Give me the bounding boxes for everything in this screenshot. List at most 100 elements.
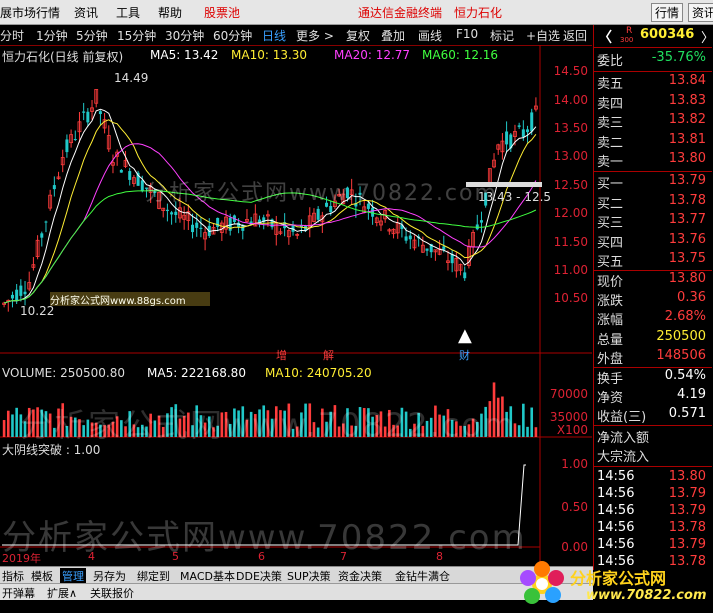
flow-row: 净流入额 (594, 427, 712, 446)
price-tick: 14.50 (553, 64, 588, 78)
tab-bind-to[interactable]: 绑定到 (137, 568, 170, 584)
flow-row: 大宗流入 (594, 446, 712, 465)
tick-price: 13.80 (668, 469, 706, 484)
period-60min[interactable]: 60分钟 (213, 27, 252, 44)
timeline-month: 8 (436, 550, 443, 563)
tick-time: 14:56 (597, 486, 635, 501)
period-5min[interactable]: 5分钟 (76, 27, 108, 44)
period-daily[interactable]: 日线 (262, 27, 286, 44)
period-15min[interactable]: 15分钟 (117, 27, 156, 44)
candle-body (170, 212, 174, 215)
related-quote-button[interactable]: 关联报价 (90, 585, 134, 601)
volume-bar (11, 414, 14, 437)
candle-body (98, 111, 102, 115)
sell-level-value: 13.80 (668, 151, 706, 166)
buy-level-label: 买三 (597, 216, 624, 231)
stat2-value: 0.54% (664, 368, 706, 383)
timeline-month: 7 (340, 550, 347, 563)
tab-save-as[interactable]: 另存为 (93, 568, 126, 584)
expand-button[interactable]: 扩展∧ (47, 585, 77, 601)
sell-level-row: 卖五 13.84 (594, 73, 712, 92)
quote-panel: 〈 R 300 600346 〉 委比 -35.76% 净流入额 大宗流入 卖五… (593, 25, 713, 570)
candle-body (15, 289, 19, 302)
menu-item-help[interactable]: 帮助 (158, 4, 182, 21)
buy-level-label: 买二 (597, 196, 624, 212)
kline-chart-area[interactable]: 分析家公式网www.70822.com 分析家公式网www.88gs.com 分… (0, 45, 592, 565)
indicator-tick: 0.50 (561, 500, 588, 514)
danmu-button[interactable]: 开弹幕 (2, 585, 35, 601)
stat-row: 总量 250500 (594, 329, 712, 348)
draw-line-button[interactable]: 画线 (418, 27, 442, 44)
adjust-button[interactable]: 复权 (346, 27, 370, 44)
buy-level-label: 买四 (597, 235, 624, 251)
candle-body (463, 272, 467, 279)
stat-label: 涨跌 (597, 294, 624, 310)
f10-button[interactable]: F10 (456, 27, 478, 41)
range-label: 13.43 - 12.5 (478, 190, 552, 204)
period-30min[interactable]: 30分钟 (165, 27, 204, 44)
bottom-tab-bar: 指标 模板 管理 另存为 绑定到 MACD基本 DDE决策 SUP决策 资金决策… (0, 566, 593, 584)
period-more[interactable]: 更多 > (296, 27, 334, 44)
candle-body (23, 291, 27, 295)
tick-time: 14:56 (597, 520, 635, 535)
divider (594, 425, 712, 426)
menu-item-news[interactable]: 资讯 (74, 4, 98, 21)
stat-label: 总量 (597, 332, 624, 348)
tick-price: 13.79 (668, 503, 706, 518)
sell-level-label: 卖四 (597, 96, 624, 112)
stat2-label: 收益(三) (597, 410, 647, 425)
tab-template[interactable]: 模板 (31, 568, 53, 584)
stat-row: 涨跌 0.36 (594, 290, 712, 309)
candle-body (52, 185, 56, 190)
timeline-month: 6 (258, 550, 265, 563)
stat-row: 现价 13.80 (594, 271, 712, 290)
tick-time: 14:56 (597, 469, 635, 484)
volume-bar (522, 403, 525, 437)
candle-body (174, 211, 178, 216)
period-1min[interactable]: 1分钟 (36, 27, 68, 44)
buy-level-row: 买三 13.77 (594, 212, 712, 231)
period-timeshare[interactable]: 分时 (0, 27, 24, 44)
block-inflow-label: 大宗流入 (597, 450, 650, 465)
flag-cai[interactable]: 财 (459, 347, 470, 363)
sell-level-label: 卖三 (597, 116, 624, 131)
timeline-year: 2019年 (2, 552, 41, 565)
tab-indicator[interactable]: 指标 (2, 568, 24, 584)
high-price-label: 14.49 (114, 71, 149, 85)
price-tick: 12.00 (553, 206, 588, 220)
menu-item-tools[interactable]: 工具 (116, 4, 140, 21)
site-logo: 分析家公式网 www.70822.com (510, 556, 713, 613)
menu-item-market[interactable]: 展市场行情 (0, 4, 60, 21)
tab-dde[interactable]: DDE决策 (236, 568, 282, 584)
tab-manage[interactable]: 管理 (60, 568, 86, 584)
news-button[interactable]: 资讯 (688, 3, 713, 22)
quote-button[interactable]: 行情 (651, 3, 684, 22)
buy-level-row: 买二 13.78 (594, 193, 712, 212)
sell-level-row: 卖三 13.82 (594, 112, 712, 131)
mark-button[interactable]: 标记 (490, 27, 514, 44)
divider (594, 466, 712, 467)
tab-macd[interactable]: MACD基本 (180, 568, 235, 584)
stat2-label: 换手 (597, 372, 624, 387)
tab-fund[interactable]: 资金决策 (338, 568, 382, 584)
flag-jie[interactable]: 解 (323, 347, 334, 363)
candle-body (404, 236, 408, 241)
add-watchlist-button[interactable]: +自选 (526, 27, 560, 44)
legend-ma60: MA60: 12.16 (422, 48, 499, 62)
menu-item-stockpool[interactable]: 股票池 (204, 4, 240, 21)
flag-zeng[interactable]: 增 (276, 347, 287, 363)
candle-body (371, 207, 375, 217)
overlay-button[interactable]: 叠加 (381, 27, 405, 44)
tab-sup[interactable]: SUP决策 (287, 568, 331, 584)
volume-tick: 70000 (549, 387, 588, 401)
stat2-row: 收益(三) 0.571 (594, 406, 712, 425)
buy-level-row: 买四 13.76 (594, 232, 712, 251)
mouse-cursor-icon: ▲ (458, 325, 472, 346)
stat-label: 现价 (597, 275, 624, 290)
volume-tick: X100 (556, 423, 588, 437)
back-button[interactable]: 返回 (563, 27, 587, 44)
panel-nav-icon[interactable]: 〈 (598, 27, 612, 47)
chart-title: 恒力石化(日线 前复权) (2, 50, 124, 64)
tab-jinzuan[interactable]: 金钻牛满仓 (395, 568, 450, 584)
panel-nav-right-icon[interactable]: 〉 (701, 27, 713, 46)
